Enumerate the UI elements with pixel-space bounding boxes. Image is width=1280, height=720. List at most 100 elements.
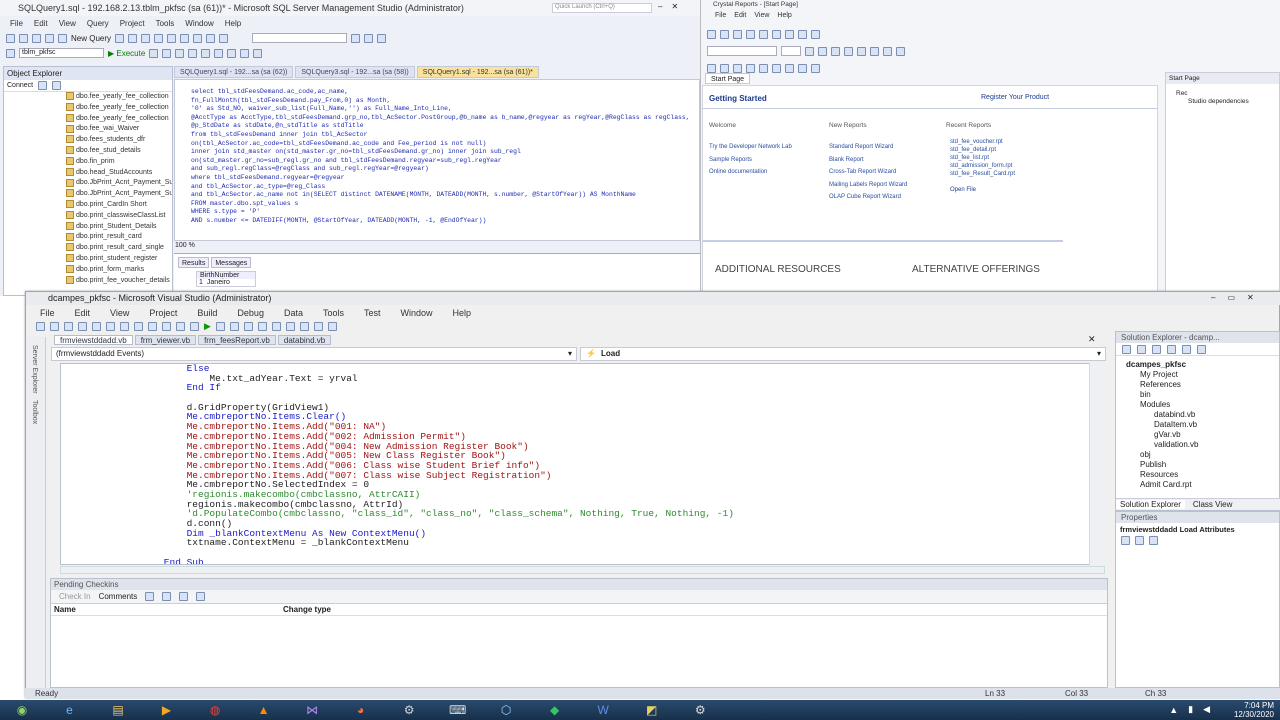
tree-item[interactable]: dbo.print_classwiseClassList — [4, 211, 172, 222]
column-change-type[interactable]: Change type — [283, 605, 331, 614]
tab-sqlquery3[interactable]: SQLQuery3.sql - 192...sa (sa (58)) — [295, 66, 415, 78]
tab-databind[interactable]: databind.vb — [277, 335, 332, 345]
solution-tree-item[interactable]: Publish — [1116, 460, 1279, 470]
vlc-icon[interactable]: ▲ — [241, 701, 287, 719]
solution-tree-item[interactable]: References — [1116, 380, 1279, 390]
start-button[interactable]: ◉ — [0, 701, 44, 719]
open-icon[interactable] — [64, 321, 73, 331]
check-in-button[interactable]: Check In — [59, 592, 91, 601]
stop-icon[interactable] — [229, 321, 239, 331]
open-file-link[interactable]: Open File — [950, 184, 1015, 197]
close-icon[interactable]: ✕ — [671, 2, 678, 11]
tab-frmviewstddadd[interactable]: frmviewstddadd.vb — [54, 335, 133, 345]
menu-help[interactable]: Help — [453, 308, 472, 318]
tab-frm-feesreport[interactable]: frm_feesReport.vb — [198, 335, 276, 345]
connect-button[interactable]: Connect — [7, 82, 33, 89]
border-icon[interactable] — [896, 46, 905, 56]
back-icon[interactable] — [6, 33, 15, 43]
step-out-icon[interactable] — [271, 321, 281, 331]
recent-report-link[interactable]: std_fee_detail.rpt — [950, 146, 1015, 154]
insert-field-icon[interactable] — [707, 63, 716, 73]
tab-class-view[interactable]: Class View — [1189, 500, 1236, 509]
add-item-icon[interactable] — [50, 321, 59, 331]
view-class-diagram-icon[interactable] — [1197, 344, 1206, 354]
developer-lab-link[interactable]: Try the Developer Network Lab — [709, 141, 792, 154]
menu-help[interactable]: Help — [777, 12, 791, 19]
italic-icon[interactable] — [818, 46, 827, 56]
insert-picture-icon[interactable] — [759, 63, 768, 73]
file-explorer-icon[interactable]: ▤ — [95, 701, 141, 719]
menu-file[interactable]: File — [40, 308, 55, 318]
tab-frm-viewer[interactable]: frm_viewer.vb — [134, 335, 197, 345]
solution-tree-item[interactable]: dcampes_pkfsc — [1116, 360, 1279, 370]
app-icon[interactable]: ◆ — [532, 701, 578, 719]
view-code-icon[interactable] — [1167, 344, 1176, 354]
debug-icon[interactable] — [149, 48, 159, 58]
redo-icon[interactable] — [219, 33, 229, 43]
align-right-icon[interactable] — [870, 46, 879, 56]
find-icon[interactable] — [351, 33, 361, 43]
vertical-scrollbar[interactable] — [1089, 363, 1105, 565]
paste-icon[interactable] — [134, 321, 143, 331]
menu-project[interactable]: Project — [120, 19, 145, 28]
quick-launch-input[interactable]: Quick Launch (Ctrl+Q) — [552, 3, 652, 13]
database-select[interactable]: tblm_pkfsc — [19, 48, 104, 58]
xmla-icon[interactable] — [154, 33, 164, 43]
pause-icon[interactable] — [215, 321, 225, 331]
dmx-icon[interactable] — [141, 33, 151, 43]
close-document-icon[interactable]: ✕ — [1088, 334, 1096, 345]
undo-icon[interactable] — [206, 33, 216, 43]
media-player-icon[interactable]: ▶ — [144, 701, 190, 719]
step-into-icon[interactable] — [243, 321, 253, 331]
register-product-link[interactable]: Register Your Product — [981, 94, 1049, 101]
network-tool-icon[interactable]: ⌨ — [435, 701, 481, 719]
menu-test[interactable]: Test — [364, 308, 381, 318]
recent-report-link[interactable]: std_fee_Result_Card.rpt — [950, 170, 1015, 178]
results-text-icon[interactable] — [214, 48, 224, 58]
tree-item[interactable]: dbo.print_result_card_single — [4, 243, 172, 254]
copy-icon[interactable] — [180, 33, 190, 43]
menu-edit[interactable]: Edit — [734, 12, 746, 19]
minimize-icon[interactable]: – — [658, 2, 662, 11]
class-name-combo[interactable]: (frmviewstddadd Events) ▾ — [51, 347, 577, 361]
menu-data[interactable]: Data — [284, 308, 303, 318]
results-grid[interactable]: BirthNumber 1 Janeiro — [196, 271, 256, 287]
menu-view[interactable]: View — [110, 308, 129, 318]
tree-item[interactable]: dbo.print_fee_voucher_details — [4, 276, 172, 287]
method-name-combo[interactable]: ⚡ Load ▾ — [580, 347, 1106, 361]
menu-edit[interactable]: Edit — [34, 19, 48, 28]
flat-view-icon[interactable] — [179, 592, 189, 601]
save-icon[interactable] — [45, 33, 54, 43]
filter-icon[interactable] — [145, 592, 155, 601]
network-icon[interactable]: ▮ — [1188, 704, 1193, 715]
insert-summary-icon[interactable] — [733, 63, 742, 73]
solution-config-select[interactable] — [252, 33, 348, 43]
solution-tree-item[interactable]: DataItem.vb — [1116, 420, 1279, 430]
tree-item[interactable]: dbo.fee_stud_details — [4, 146, 172, 157]
align-left-icon[interactable] — [844, 46, 853, 56]
volume-icon[interactable]: ◀ — [1203, 704, 1210, 715]
mailing-labels-link[interactable]: Mailing Labels Report Wizard — [829, 179, 907, 192]
server-explorer-tab[interactable]: Server Explorer — [31, 345, 38, 394]
recent-report-link[interactable]: std_fee_voucher.rpt — [950, 138, 1015, 146]
menu-tools[interactable]: Tools — [323, 308, 344, 318]
cut-icon[interactable] — [106, 321, 115, 331]
solution-tree-item[interactable]: Modules — [1116, 400, 1279, 410]
virtualbox-icon[interactable]: ⬡ — [483, 701, 529, 719]
tree-item[interactable]: dbo.fin_prim — [4, 157, 172, 168]
menu-query[interactable]: Query — [87, 19, 109, 28]
olap-wizard-link[interactable]: OLAP Cube Report Wizard — [829, 191, 907, 204]
menu-project[interactable]: Project — [149, 308, 177, 318]
tab-solution-explorer[interactable]: Solution Explorer — [1116, 500, 1185, 509]
settings-icon[interactable]: ⚙ — [677, 701, 723, 719]
navigate-forward-icon[interactable] — [190, 321, 199, 331]
standard-wizard-link[interactable]: Standard Report Wizard — [829, 141, 907, 154]
solution-tree-item[interactable]: validation.vb — [1116, 440, 1279, 450]
solution-tree-item[interactable]: databind.vb — [1116, 410, 1279, 420]
table-row[interactable]: 1 Janeiro — [197, 279, 255, 286]
indent-icon[interactable] — [253, 48, 263, 58]
tab-start-page[interactable]: Start Page — [705, 73, 751, 84]
align-center-icon[interactable] — [857, 46, 866, 56]
view-designer-icon[interactable] — [1182, 344, 1191, 354]
export-icon[interactable] — [772, 29, 781, 39]
